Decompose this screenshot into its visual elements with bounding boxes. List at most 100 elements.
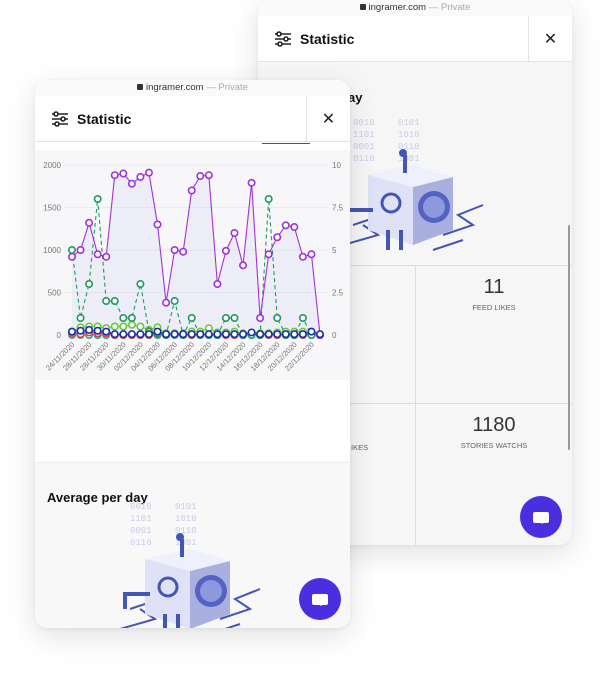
data-point-stories-watches <box>67 252 76 261</box>
robot-illustration <box>120 500 262 628</box>
data-point-unfollows <box>290 330 299 339</box>
data-point-unfollows <box>93 326 102 335</box>
url-separator: — <box>203 82 219 93</box>
sliders-icon <box>275 30 291 47</box>
page-title: Statistic <box>300 30 355 47</box>
url-private: Private <box>440 2 471 13</box>
stat-value: 1180 <box>472 414 516 436</box>
data-point-comments-likes <box>127 320 136 329</box>
data-point-unfollows <box>204 330 213 339</box>
data-point-unfollows <box>119 330 128 339</box>
data-point-unfollows <box>179 330 188 339</box>
data-point-new-followers <box>221 314 230 323</box>
data-point-new-followers <box>187 314 196 323</box>
data-point-unfollows <box>281 330 290 339</box>
data-point-unfollows <box>256 330 265 339</box>
stat-label-partial: IKES <box>351 443 369 452</box>
data-point-unfollows <box>230 330 239 339</box>
data-point-stories-watches <box>230 229 239 238</box>
data-point-new-followers <box>110 297 119 306</box>
lock-icon <box>137 84 144 90</box>
data-point-stories-watches <box>273 233 282 242</box>
data-point-unfollows <box>85 325 94 334</box>
data-point-new-followers <box>127 314 136 323</box>
y-right-tick-label: 2.5 <box>332 289 344 298</box>
data-point-unfollows <box>264 330 273 339</box>
tab-indicator <box>262 143 310 144</box>
section-title-partial: ay <box>348 90 363 105</box>
url-bar[interactable]: ingramer.com — Private <box>258 0 572 16</box>
data-point-stories-watches <box>196 172 205 181</box>
data-point-unfollows <box>315 330 324 339</box>
y-right-tick-label: 5 <box>332 246 337 255</box>
url-bar[interactable]: ingramer.com — Private <box>35 80 350 96</box>
data-point-unfollows <box>67 327 76 336</box>
data-point-unfollows <box>247 328 256 337</box>
data-point-stories-watches <box>170 246 179 255</box>
data-point-unfollows <box>144 330 153 339</box>
data-point-stories-watches <box>85 218 94 227</box>
chart-card: 0 0 500 2.5 1000 5 1500 7.5 2000 10 24/11/2020 28/1… <box>35 150 350 512</box>
data-point-stories-watches <box>187 186 196 195</box>
close-icon: ✕ <box>321 111 336 128</box>
close-icon: ✕ <box>543 31 558 48</box>
close-button[interactable]: ✕ <box>528 16 572 62</box>
data-point-stories-watches <box>239 261 248 270</box>
y-right-tick-label: 7.5 <box>332 204 344 213</box>
data-point-new-followers <box>119 314 128 323</box>
data-point-new-followers <box>170 297 179 306</box>
page-title: Statistic <box>77 110 132 127</box>
data-point-new-followers <box>102 297 111 306</box>
data-point-new-followers <box>85 280 94 289</box>
data-point-new-followers <box>136 280 145 289</box>
data-point-stories-watches <box>247 178 256 187</box>
y-left-tick-label: 1500 <box>43 204 61 213</box>
stat-stories-watchs: 1180 STORIES WATCHS <box>416 414 572 450</box>
header: Statistic ✕ <box>258 16 572 62</box>
scrollbar[interactable] <box>568 225 570 450</box>
y-left-tick-label: 1000 <box>43 246 61 255</box>
chat-button[interactable] <box>299 578 341 620</box>
data-point-unfollows <box>110 330 119 339</box>
data-point-unfollows <box>153 327 162 336</box>
stat-label: STORIES WATCHS <box>460 441 528 450</box>
data-point-stories-watches <box>110 171 119 180</box>
close-button[interactable]: ✕ <box>306 96 350 142</box>
stat-value: 11 <box>483 276 505 298</box>
data-point-unfollows <box>136 330 145 339</box>
data-point-unfollows <box>196 330 205 339</box>
url-domain: ingramer.com <box>146 82 204 93</box>
data-point-unfollows <box>102 327 111 336</box>
data-point-new-followers <box>93 194 102 203</box>
data-point-new-followers <box>67 246 76 255</box>
data-point-stories-watches <box>102 252 111 261</box>
y-right-tick-label: 10 <box>332 161 341 170</box>
data-point-stories-watches <box>298 252 307 261</box>
data-point-comments-likes <box>110 322 119 331</box>
chat-button[interactable] <box>520 496 562 538</box>
data-point-comments-likes <box>136 322 145 331</box>
data-point-unfollows <box>170 330 179 339</box>
data-point-new-followers <box>230 314 239 323</box>
data-point-stories-watches <box>76 246 85 255</box>
data-point-stories-watches <box>221 246 230 255</box>
data-point-new-followers <box>76 314 85 323</box>
data-point-stories-watches <box>127 179 136 188</box>
data-point-stories-watches <box>264 250 273 259</box>
data-point-stories-watches <box>144 168 153 177</box>
data-point-unfollows <box>239 330 248 339</box>
data-point-unfollows <box>187 330 196 339</box>
data-point-new-followers <box>264 194 273 203</box>
url-separator: — <box>426 2 441 13</box>
data-point-stories-watches <box>153 220 162 229</box>
robot-illustration <box>343 116 485 252</box>
data-point-new-followers <box>273 314 282 323</box>
header: Statistic ✕ <box>35 96 350 142</box>
data-point-unfollows <box>307 327 316 336</box>
data-point-unfollows <box>76 326 85 335</box>
data-point-stories-watches <box>307 250 316 259</box>
stat-feed-likes: 11 FEED LIKES <box>416 276 572 312</box>
data-point-unfollows <box>273 330 282 339</box>
data-point-stories-watches <box>256 314 265 323</box>
data-point-comments-likes <box>119 322 128 331</box>
